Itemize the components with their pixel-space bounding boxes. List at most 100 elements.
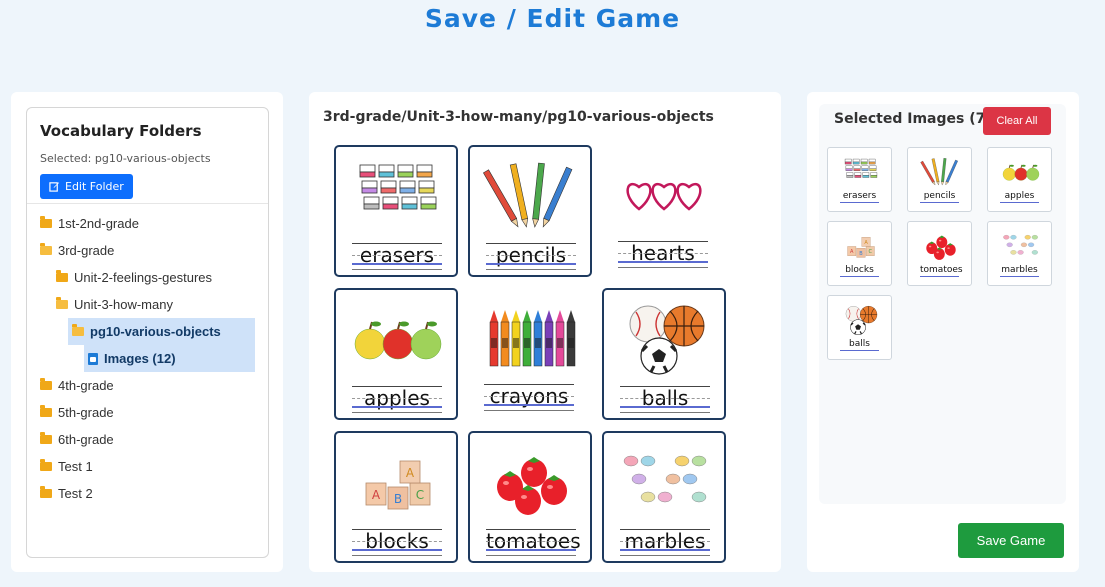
writing-line	[486, 549, 576, 551]
selected-thumb-word: erasers	[840, 191, 879, 203]
folder-icon	[40, 432, 52, 444]
balls-thumb-image	[838, 304, 883, 336]
folder-icon	[40, 216, 52, 228]
image-card-marbles[interactable]: marbles	[602, 431, 726, 563]
writing-line	[620, 412, 710, 413]
writing-line	[618, 261, 708, 263]
folder-open-icon	[56, 297, 68, 309]
image-card-hearts[interactable]: hearts	[602, 145, 726, 277]
image-card-balls[interactable]: balls	[602, 288, 726, 420]
marbles-image	[616, 439, 716, 519]
tree-item-test-1[interactable]: Test 1	[27, 453, 268, 480]
writing-line	[486, 263, 576, 265]
writing-line	[352, 549, 442, 551]
tree-item-label: 4th-grade	[58, 378, 114, 393]
writing-line	[352, 406, 442, 408]
edit-folder-button[interactable]: Edit Folder	[40, 174, 133, 199]
selected-folder-text: Selected: pg10-various-objects	[40, 152, 211, 165]
gallery-panel: 3rd-grade/Unit-3-how-many/pg10-various-o…	[309, 92, 781, 572]
tree-item-label: 6th-grade	[58, 432, 114, 447]
selected-thumb-marbles[interactable]: marbles	[987, 221, 1052, 286]
selected-thumb-pencils[interactable]: pencils	[907, 147, 972, 212]
tree-item-6th-grade[interactable]: 6th-grade	[27, 426, 268, 453]
clear-all-button[interactable]: Clear All	[983, 107, 1051, 135]
tree-item-label: Test 2	[58, 486, 93, 501]
selected-thumb-apples[interactable]: apples	[987, 147, 1052, 212]
selected-thumb-word: balls	[840, 339, 879, 351]
svg-text:A: A	[864, 240, 868, 246]
writing-line	[486, 555, 576, 556]
edit-folder-label: Edit Folder	[65, 180, 124, 193]
tree-item-images-12[interactable]: Images (12)	[84, 345, 255, 372]
image-card-pencils[interactable]: pencils	[468, 145, 592, 277]
writing-line	[484, 410, 574, 411]
tree-item-pg10-various-objects[interactable]: pg10-various-objects	[68, 318, 255, 345]
page-title: Save / Edit Game	[424, 4, 681, 33]
writing-line	[486, 269, 576, 270]
selected-panel: Selected Images (7) Clear All erasers pen…	[807, 92, 1079, 572]
tree-item-1st-2nd-grade[interactable]: 1st-2nd-grade	[27, 210, 268, 237]
writing-line	[352, 269, 442, 270]
edit-icon	[49, 182, 60, 192]
tree-item-label: pg10-various-objects	[90, 324, 221, 339]
tree-item-unit-3-how-many[interactable]: Unit-3-how-many	[27, 291, 268, 318]
selected-thumb-word: apples	[1000, 191, 1039, 203]
selected-thumb-word: blocks	[840, 265, 879, 277]
apples-image	[348, 296, 448, 376]
selected-images-title: Selected Images (7)	[834, 111, 992, 127]
tree-item-label: 1st-2nd-grade	[58, 216, 139, 231]
tree-item-unit-2-feelings-gestures[interactable]: Unit-2-feelings-gestures	[27, 264, 268, 291]
erasers-image	[348, 153, 448, 233]
tree-item-label: Test 1	[58, 459, 93, 474]
image-card-apples[interactable]: apples	[334, 288, 458, 420]
writing-line	[484, 404, 574, 406]
gallery-path: 3rd-grade/Unit-3-how-many/pg10-various-o…	[323, 109, 714, 125]
writing-line	[620, 406, 710, 408]
image-card-erasers[interactable]: erasers	[334, 145, 458, 277]
svg-text:A: A	[372, 488, 381, 502]
folder-open-icon	[40, 243, 52, 255]
tree-item-4th-grade[interactable]: 4th-grade	[27, 372, 268, 399]
folder-open-icon	[72, 324, 84, 336]
image-card-blocks[interactable]: A B C Ablocks	[334, 431, 458, 563]
vocab-folder-title: Vocabulary Folders	[40, 122, 202, 140]
folder-icon	[40, 378, 52, 390]
folder-icon	[40, 486, 52, 498]
svg-text:A: A	[406, 466, 415, 480]
selected-thumb-word: marbles	[1000, 265, 1039, 277]
folder-tree: 1st-2nd-grade 3rd-grade Unit-2-feelings-ge…	[27, 204, 268, 507]
tree-item-label: 5th-grade	[58, 405, 114, 420]
vocab-folder-header: Vocabulary Folders Selected: pg10-variou…	[27, 108, 268, 204]
writing-line	[352, 412, 442, 413]
selected-thumb-blocks[interactable]: A B C Ablocks	[827, 221, 892, 286]
apples-thumb-image	[998, 156, 1043, 186]
selected-thumb-tomatoes[interactable]: tomatoes	[907, 221, 972, 286]
pencils-thumb-image	[918, 156, 963, 186]
image-file-icon	[88, 352, 98, 365]
writing-line	[620, 549, 710, 551]
tree-item-label: Unit-3-how-many	[74, 297, 173, 312]
selected-thumb-erasers[interactable]: erasers	[827, 147, 892, 212]
tree-item-label: Unit-2-feelings-gestures	[74, 270, 213, 285]
svg-text:A: A	[850, 249, 854, 255]
folder-icon	[56, 270, 68, 282]
save-game-button[interactable]: Save Game	[958, 523, 1064, 558]
image-card-crayons[interactable]: crayons	[468, 288, 592, 420]
writing-line	[620, 555, 710, 556]
selected-thumb-word: pencils	[920, 191, 959, 203]
image-card-tomatoes[interactable]: tomatoes	[468, 431, 592, 563]
writing-line	[352, 263, 442, 265]
tree-item-label: 3rd-grade	[58, 243, 115, 258]
writing-line	[618, 267, 708, 268]
selected-thumb-balls[interactable]: balls	[827, 295, 892, 360]
blocks-image: ABCA	[348, 439, 448, 519]
tree-item-test-2[interactable]: Test 2	[27, 480, 268, 507]
selected-thumb-word: tomatoes	[920, 265, 963, 277]
erasers-thumb-image	[838, 156, 883, 186]
tree-item-5th-grade[interactable]: 5th-grade	[27, 399, 268, 426]
tree-item-3rd-grade[interactable]: 3rd-grade	[27, 237, 268, 264]
tomatoes-thumb-image	[918, 230, 963, 261]
tree-item-label: Images (12)	[104, 351, 176, 366]
folder-icon	[40, 459, 52, 471]
folder-icon	[40, 405, 52, 417]
